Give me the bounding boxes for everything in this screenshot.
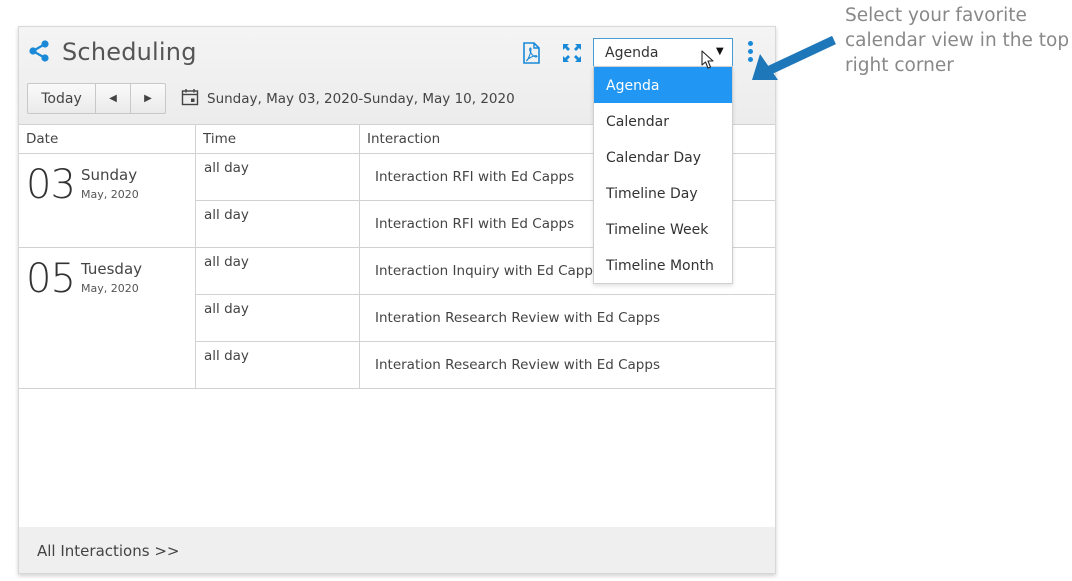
date-navigation: Today ◀ ▶ bbox=[27, 83, 166, 114]
event-time: all day bbox=[204, 207, 249, 223]
day-number: 03 bbox=[26, 162, 76, 208]
day-number: 05 bbox=[26, 256, 76, 302]
callout-arrow-icon bbox=[752, 35, 836, 80]
event-interaction[interactable]: Interaction Inquiry with Ed Capps bbox=[375, 263, 600, 279]
all-interactions-link[interactable]: All Interactions >> bbox=[37, 542, 179, 560]
column-header-time: Time bbox=[203, 131, 237, 147]
view-option-timeline-week[interactable]: Timeline Week bbox=[594, 211, 732, 247]
date-range: Sunday, May 03, 2020-Sunday, May 10, 202… bbox=[207, 91, 515, 107]
day-weekday: Tuesday bbox=[81, 260, 143, 278]
share-icon[interactable] bbox=[28, 40, 50, 62]
event-interaction[interactable]: Interaction RFI with Ed Capps bbox=[375, 169, 574, 185]
column-header-date: Date bbox=[26, 131, 59, 147]
view-dropdown-menu: Agenda Calendar Calendar Day Timeline Da… bbox=[593, 66, 733, 284]
widget-footer: All Interactions >> bbox=[19, 527, 775, 573]
next-button[interactable]: ▶ bbox=[131, 84, 165, 113]
view-option-calendar-day[interactable]: Calendar Day bbox=[594, 139, 732, 175]
view-select-value: Agenda bbox=[605, 45, 659, 61]
expand-icon[interactable] bbox=[562, 43, 582, 63]
today-button[interactable]: Today bbox=[28, 84, 96, 113]
prev-button[interactable]: ◀ bbox=[96, 84, 131, 113]
caret-down-icon: ▼ bbox=[716, 46, 724, 57]
calendar-icon bbox=[181, 89, 199, 106]
day-month: May, 2020 bbox=[81, 188, 139, 201]
event-interaction[interactable]: Interaction RFI with Ed Capps bbox=[375, 216, 574, 232]
event-time: all day bbox=[204, 160, 249, 176]
view-option-timeline-month[interactable]: Timeline Month bbox=[594, 247, 732, 283]
view-option-calendar[interactable]: Calendar bbox=[594, 103, 732, 139]
event-interaction[interactable]: Interation Research Review with Ed Capps bbox=[375, 310, 660, 326]
pdf-icon[interactable] bbox=[521, 42, 541, 64]
view-option-timeline-day[interactable]: Timeline Day bbox=[594, 175, 732, 211]
callout-text: Select your favorite calendar view in th… bbox=[845, 5, 1070, 76]
event-time: all day bbox=[204, 301, 249, 317]
column-header-interaction: Interaction bbox=[367, 131, 441, 147]
event-interaction[interactable]: Interation Research Review with Ed Capps bbox=[375, 357, 660, 373]
event-time: all day bbox=[204, 254, 249, 270]
day-month: May, 2020 bbox=[81, 282, 139, 295]
page-title: Scheduling bbox=[62, 38, 197, 66]
mouse-cursor-icon bbox=[701, 50, 714, 69]
event-time: all day bbox=[204, 348, 249, 364]
day-weekday: Sunday bbox=[81, 166, 138, 184]
view-option-agenda[interactable]: Agenda bbox=[594, 67, 732, 103]
